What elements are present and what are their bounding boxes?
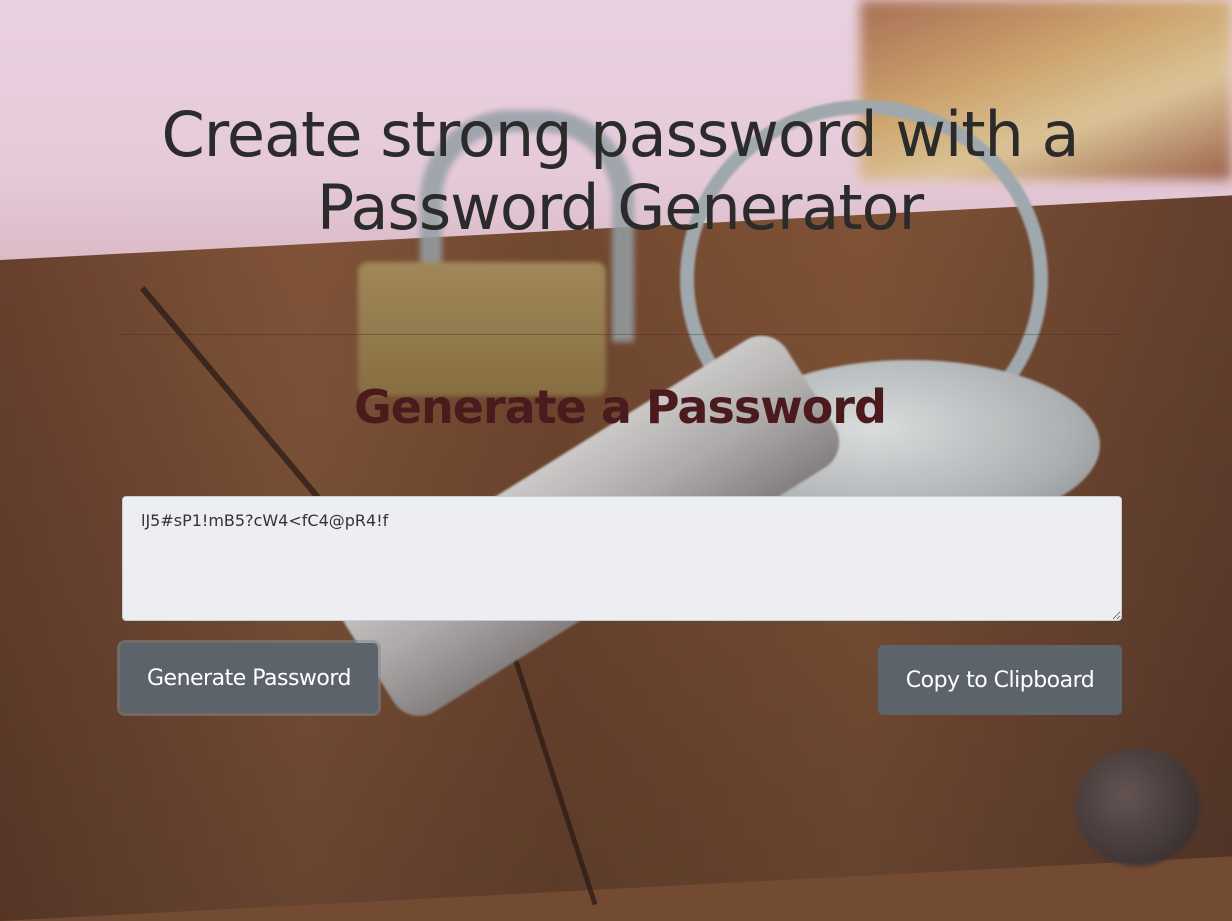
page-title: Create strong password with a Password G… (161, 98, 1079, 245)
page-content: Create strong password with a Password G… (0, 0, 1232, 921)
password-output-field[interactable]: lJ5#sP1!mB5?cW4<fC4@pR4!f (122, 496, 1122, 621)
section-heading: Generate a Password (354, 380, 887, 434)
copy-to-clipboard-button[interactable]: Copy to Clipboard (878, 645, 1122, 715)
generate-password-button[interactable]: Generate Password (120, 643, 378, 713)
title-divider (120, 334, 1120, 335)
